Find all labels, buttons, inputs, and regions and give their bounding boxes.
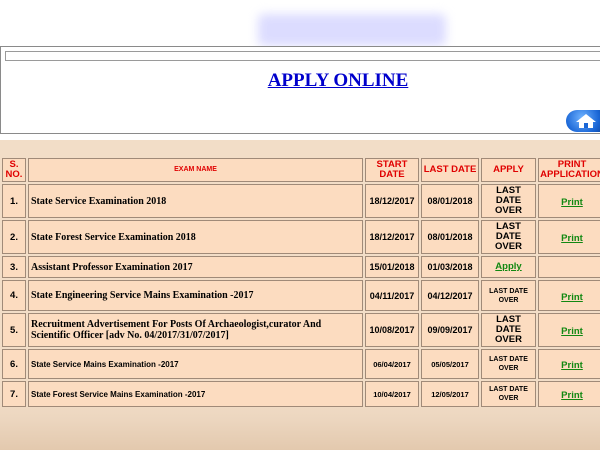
row-apply-status: LAST DATE OVER: [481, 184, 536, 218]
col-header-exam-name: EXAM NAME: [28, 158, 363, 182]
row-apply-cell: Apply: [481, 256, 536, 278]
col-header-print: PRINT APPLICATION: [538, 158, 600, 182]
table-header-row: S. NO. EXAM NAME START DATE LAST DATE AP…: [2, 158, 600, 182]
row-last-date: 08/01/2018: [421, 184, 479, 218]
row-print-cell: Print: [538, 381, 600, 407]
row-exam-name: State Service Examination 2018: [28, 184, 363, 218]
row-print-cell: Print: [538, 220, 600, 254]
row-sno: 1.: [2, 184, 26, 218]
row-sno: 7.: [2, 381, 26, 407]
row-exam-name: State Engineering Service Mains Examinat…: [28, 280, 363, 311]
home-icon[interactable]: [566, 110, 600, 132]
row-start-date: 18/12/2017: [365, 184, 419, 218]
row-apply-status: LAST DATE OVER: [481, 220, 536, 254]
row-apply-status: LAST DATE OVER: [481, 280, 536, 311]
row-print-cell: [538, 256, 600, 278]
row-start-date: 06/04/2017: [365, 349, 419, 379]
print-link[interactable]: Print: [561, 292, 583, 303]
table-row: 4. State Engineering Service Mains Exami…: [2, 280, 600, 311]
print-link[interactable]: Print: [561, 233, 583, 244]
row-exam-name: State Forest Service Examination 2018: [28, 220, 363, 254]
row-exam-name: Recruitment Advertisement For Posts Of A…: [28, 313, 363, 347]
row-print-cell: Print: [538, 280, 600, 311]
row-start-date: 10/08/2017: [365, 313, 419, 347]
row-sno: 2.: [2, 220, 26, 254]
print-link[interactable]: Print: [561, 390, 583, 401]
row-sno: 3.: [2, 256, 26, 278]
print-link[interactable]: Print: [561, 326, 583, 337]
row-apply-status: LAST DATE OVER: [481, 381, 536, 407]
col-header-apply: APPLY: [481, 158, 536, 182]
table-row: 2. State Forest Service Examination 2018…: [2, 220, 600, 254]
print-link[interactable]: Print: [561, 360, 583, 371]
row-print-cell: Print: [538, 184, 600, 218]
row-exam-name: State Forest Service Mains Examination -…: [28, 381, 363, 407]
table-row: 6. State Service Mains Examination -2017…: [2, 349, 600, 379]
row-last-date: 12/05/2017: [421, 381, 479, 407]
row-exam-name: Assistant Professor Examination 2017: [28, 256, 363, 278]
row-exam-name: State Service Mains Examination -2017: [28, 349, 363, 379]
site-banner: [258, 14, 446, 46]
table-row: 3. Assistant Professor Examination 2017 …: [2, 256, 600, 278]
table-row: 5. Recruitment Advertisement For Posts O…: [2, 313, 600, 347]
table-row: 1. State Service Examination 2018 18/12/…: [2, 184, 600, 218]
exam-table: S. NO. EXAM NAME START DATE LAST DATE AP…: [0, 156, 600, 409]
row-apply-status: LAST DATE OVER: [481, 313, 536, 347]
row-start-date: 18/12/2017: [365, 220, 419, 254]
row-print-cell: Print: [538, 313, 600, 347]
row-apply-status: LAST DATE OVER: [481, 349, 536, 379]
col-header-sno: S. NO.: [2, 158, 26, 182]
apply-link[interactable]: Apply: [495, 261, 521, 272]
header-input-bar: [5, 51, 600, 61]
row-last-date: 05/05/2017: [421, 349, 479, 379]
print-link[interactable]: Print: [561, 197, 583, 208]
col-header-last-date: LAST DATE: [421, 158, 479, 182]
apply-online-link[interactable]: APPLY ONLINE: [0, 70, 600, 92]
row-sno: 6.: [2, 349, 26, 379]
row-start-date: 15/01/2018: [365, 256, 419, 278]
col-header-start-date: START DATE: [365, 158, 419, 182]
row-sno: 5.: [2, 313, 26, 347]
row-print-cell: Print: [538, 349, 600, 379]
row-last-date: 04/12/2017: [421, 280, 479, 311]
row-last-date: 08/01/2018: [421, 220, 479, 254]
row-start-date: 04/11/2017: [365, 280, 419, 311]
table-row: 7. State Forest Service Mains Examinatio…: [2, 381, 600, 407]
row-start-date: 10/04/2017: [365, 381, 419, 407]
row-last-date: 09/09/2017: [421, 313, 479, 347]
row-last-date: 01/03/2018: [421, 256, 479, 278]
row-sno: 4.: [2, 280, 26, 311]
